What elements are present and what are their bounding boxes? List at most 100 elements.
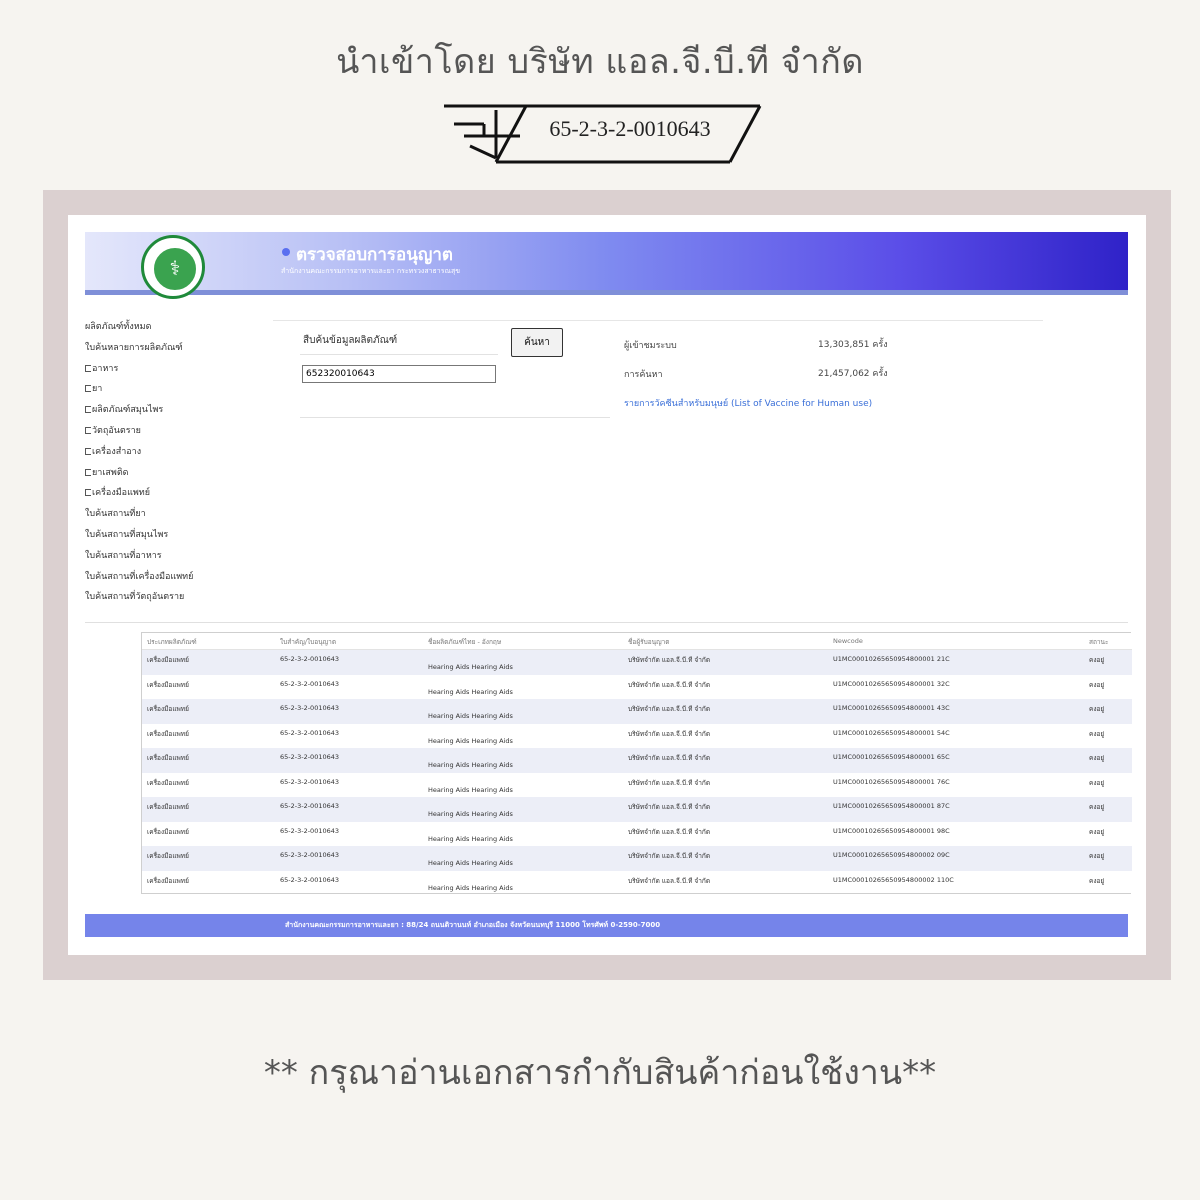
cell-status: คงอยู่	[1089, 705, 1105, 713]
searches-count: 21,457,062 ครั้ง	[818, 369, 888, 379]
table-row[interactable]: เครื่องมือแพทย์ 65-2-3-2-0010643 Hearing A…	[142, 748, 1132, 773]
cell-status: คงอยู่	[1089, 729, 1105, 738]
sidebar-item-hazardous[interactable]: วัตถุอันตราย	[85, 425, 265, 446]
table-row[interactable]: เครื่องมือแพทย์ 65-2-3-2-0010643 Hearing A…	[142, 699, 1132, 724]
column-header-product-name[interactable]: ชื่อผลิตภัณฑ์ไทย - อังกฤษ	[428, 637, 501, 647]
sidebar-item-label: เครื่องสำอาง	[92, 446, 142, 457]
column-header-licensee[interactable]: ชื่อผู้รับอนุญาต	[628, 637, 670, 647]
sidebar-item-medical-device[interactable]: เครื่องมือแพทย์	[85, 487, 265, 508]
sidebar-item-drug[interactable]: ยา	[85, 383, 265, 404]
footer-address: สำนักงานคณะกรรมการอาหารและยา : 88/24 ถนน…	[285, 921, 661, 929]
sidebar-item-narcotics[interactable]: ยาเสพติด	[85, 467, 265, 488]
cell-product-name: Hearing Aids Hearing Aids	[428, 736, 513, 745]
sidebar-item-cosmetics[interactable]: เครื่องสำอาง	[85, 446, 265, 467]
sidebar-item-label: ยา	[92, 384, 103, 395]
sidebar-item-label: ผลิตภัณฑ์ทั้งหมด	[85, 322, 152, 332]
sidebar-item-herbal-places[interactable]: ใบค้นสถานที่สมุนไพร	[85, 529, 265, 550]
header-banner	[85, 232, 1128, 290]
checkbox-icon[interactable]	[85, 489, 91, 497]
cell-type: เครื่องมือแพทย์	[147, 754, 189, 762]
caduceus-icon: ⚕	[169, 256, 181, 280]
search-button[interactable]: ค้นหา	[511, 328, 563, 357]
checkbox-icon[interactable]	[85, 426, 91, 434]
sidebar-item-label: เครื่องมือแพทย์	[92, 488, 151, 499]
ministry-seal: ⚕	[152, 246, 198, 292]
cell-license: 65-2-3-2-0010643	[280, 753, 340, 761]
sidebar-item-food-places[interactable]: ใบค้นสถานที่อาหาร	[85, 550, 265, 571]
cell-newcode: U1MC00010265650954800001 32C	[833, 679, 950, 688]
cell-license: 65-2-3-2-0010643	[280, 704, 340, 712]
table-row[interactable]: เครื่องมือแพทย์ 65-2-3-2-0010643 Hearing A…	[142, 773, 1132, 798]
cell-license: 65-2-3-2-0010643	[280, 826, 340, 835]
cell-status: คงอยู่	[1089, 876, 1105, 885]
cell-newcode: U1MC00010265650954800002 09C	[833, 851, 950, 859]
sidebar-item-label: ใบค้นหลายการผลิตภัณฑ์	[85, 342, 183, 353]
cell-status: คงอยู่	[1089, 778, 1105, 787]
sidebar-item-product-search[interactable]: ใบค้นหลายการผลิตภัณฑ์	[85, 342, 265, 363]
cell-status: คงอยู่	[1089, 656, 1105, 664]
cell-newcode: U1MC00010265650954800001 87C	[833, 802, 950, 810]
screenshot-window: ⚕ ตรวจสอบการอนุญาต สำนักงานคณะกรรมการอาห…	[68, 215, 1146, 955]
sidebar-item-food[interactable]: อาหาร	[85, 363, 265, 384]
sidebar-item-label: ใบค้นสถานที่วัตถุอันตราย	[85, 592, 185, 603]
sidebar-item-label: ผลิตภัณฑ์สมุนไพร	[92, 405, 164, 416]
table-row[interactable]: เครื่องมือแพทย์ 65-2-3-2-0010643 Hearing A…	[142, 650, 1132, 675]
column-header-status[interactable]: สถานะ	[1089, 637, 1109, 647]
cell-type: เครื่องมือแพทย์	[147, 876, 189, 885]
table-row[interactable]: เครื่องมือแพทย์ 65-2-3-2-0010643 Hearing A…	[142, 724, 1132, 749]
sidebar-item-all-products[interactable]: ผลิตภัณฑ์ทั้งหมด	[85, 321, 265, 342]
usage-note: ** กรุณาอ่านเอกสารกำกับสินค้าก่อนใช้งาน*…	[263, 1053, 937, 1093]
table-row[interactable]: เครื่องมือแพทย์ 65-2-3-2-0010643 Hearing A…	[142, 846, 1132, 871]
search-input[interactable]	[302, 365, 496, 383]
cell-newcode: U1MC00010265650954800002 110C	[833, 875, 954, 884]
sidebar-item-label: ใบค้นสถานที่อาหาร	[85, 550, 162, 561]
cell-product-name: Hearing Aids Hearing Aids	[428, 810, 513, 818]
table-row[interactable]: เครื่องมือแพทย์ 65-2-3-2-0010643 Hearing A…	[142, 871, 1132, 896]
cell-newcode: U1MC00010265650954800001 21C	[833, 655, 950, 663]
cell-licensee: บริษัทจำกัด แอล.จี.บี.ที จำกัด	[628, 754, 711, 762]
import-line: นำเข้าโดย บริษัท แอล.จี.บี.ที จำกัด	[336, 42, 864, 82]
cell-product-name: Hearing Aids Hearing Aids	[428, 883, 513, 892]
searches-label: การค้นหา	[624, 370, 663, 380]
cell-type: เครื่องมือแพทย์	[147, 729, 189, 738]
checkbox-icon[interactable]	[85, 447, 91, 455]
sidebar-item-herbal[interactable]: ผลิตภัณฑ์สมุนไพร	[85, 404, 265, 425]
footer: สำนักงานคณะกรรมการอาหารและยา : 88/24 ถนน…	[85, 914, 1128, 937]
fda-registration-number: 65-2-3-2-0010643	[549, 116, 711, 141]
sidebar-item-hazardous-places[interactable]: ใบค้นสถานที่วัตถุอันตราย	[85, 591, 265, 612]
column-header-type[interactable]: ประเภทผลิตภัณฑ์	[147, 637, 197, 647]
sidebar: ผลิตภัณฑ์ทั้งหมด ใบค้นหลายการผลิตภัณฑ์ อ…	[85, 321, 265, 612]
table-row[interactable]: เครื่องมือแพทย์ 65-2-3-2-0010643 Hearing A…	[142, 797, 1132, 822]
cell-status: คงอยู่	[1089, 680, 1105, 689]
sidebar-item-label: วัตถุอันตราย	[92, 425, 141, 436]
bullet-dot-icon	[282, 248, 290, 256]
cell-licensee: บริษัทจำกัด แอล.จี.บี.ที จำกัด	[628, 852, 711, 860]
vaccine-list-link[interactable]: รายการวัคซีนสำหรับมนุษย์ (List of Vaccin…	[624, 396, 872, 410]
search-label: สืบค้นข้อมูลผลิตภัณฑ์	[303, 335, 398, 346]
divider	[300, 417, 610, 418]
header-underline	[85, 290, 1128, 295]
cell-status: คงอยู่	[1089, 754, 1105, 762]
visitors-label: ผู้เข้าชมระบบ	[624, 341, 677, 351]
cell-licensee: บริษัทจำกัด แอล.จี.บี.ที จำกัด	[628, 729, 711, 738]
column-header-newcode[interactable]: Newcode	[833, 637, 863, 645]
sidebar-item-device-places[interactable]: ใบค้นสถานที่เครื่องมือแพทย์	[85, 571, 265, 592]
cell-type: เครื่องมือแพทย์	[147, 852, 189, 860]
cell-license: 65-2-3-2-0010643	[280, 728, 340, 737]
table-row[interactable]: เครื่องมือแพทย์ 65-2-3-2-0010643 Hearing A…	[142, 822, 1132, 847]
table-row[interactable]: เครื่องมือแพทย์ 65-2-3-2-0010643 Hearing A…	[142, 675, 1132, 700]
checkbox-icon[interactable]	[85, 364, 91, 372]
checkbox-icon[interactable]	[85, 468, 91, 476]
page-subtitle: สำนักงานคณะกรรมการอาหารและยา กระทรวงสาธา…	[281, 267, 461, 275]
table-header: ประเภทผลิตภัณฑ์ ใบสำคัญ/ใบอนุญาต ชื่อผลิ…	[142, 633, 1132, 650]
checkbox-icon[interactable]	[85, 385, 91, 393]
cell-product-name: Hearing Aids Hearing Aids	[428, 663, 513, 671]
sidebar-item-label: ใบค้นสถานที่เครื่องมือแพทย์	[85, 571, 194, 582]
column-header-license[interactable]: ใบสำคัญ/ใบอนุญาต	[280, 637, 336, 647]
cell-product-name: Hearing Aids Hearing Aids	[428, 687, 513, 696]
cell-product-name: Hearing Aids Hearing Aids	[428, 785, 513, 794]
sidebar-item-drug-places[interactable]: ใบค้นสถานที่ยา	[85, 508, 265, 529]
cell-licensee: บริษัทจำกัด แอล.จี.บี.ที จำกัด	[628, 680, 711, 689]
cell-product-name: Hearing Aids Hearing Aids	[428, 834, 513, 843]
checkbox-icon[interactable]	[85, 406, 91, 414]
